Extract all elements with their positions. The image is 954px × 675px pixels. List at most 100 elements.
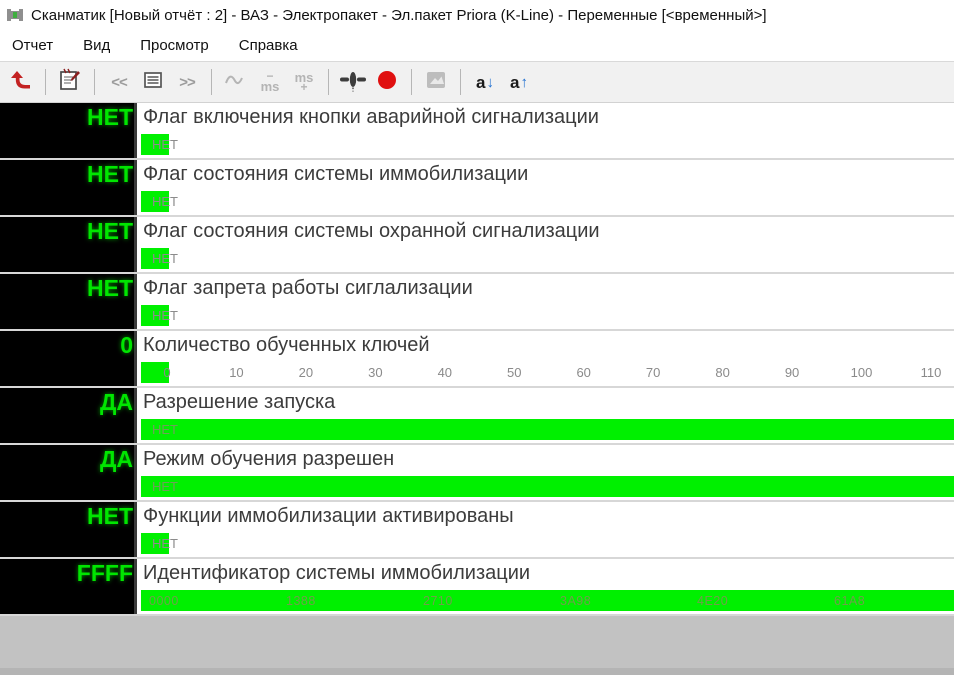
variable-value: ДА: [100, 446, 133, 472]
scale-tick: 0: [163, 365, 171, 380]
variable-value: НЕТ: [87, 503, 133, 529]
value-bar: 0000 1388 2710 3A98 4E20 61A8: [141, 590, 954, 611]
variable-value: FFFF: [76, 560, 133, 586]
scale-tick: 70: [645, 365, 661, 380]
variable-row[interactable]: НЕТ Флаг включения кнопки аварийной сигна…: [0, 103, 954, 160]
variable-label: Флаг запрета работы сиглализации: [143, 277, 473, 299]
scale-tick: 100: [850, 365, 873, 380]
menu-bar: Отчет Вид Просмотр Справка: [0, 30, 954, 61]
record-button[interactable]: [370, 66, 404, 98]
toolbar-separator: [411, 69, 412, 95]
variable-label: Идентификатор системы иммобилизации: [143, 562, 531, 584]
app-connector-icon: [6, 7, 24, 23]
scale-tick: 60: [576, 365, 591, 380]
empty-area: [0, 616, 954, 675]
record-icon: [376, 69, 398, 96]
menu-report[interactable]: Отчет: [12, 37, 53, 54]
value-bar: НЕТ: [141, 419, 954, 440]
value-panel: 0: [0, 331, 137, 386]
graph-view-button: [219, 66, 253, 98]
variable-row[interactable]: ДА Разрешение запуска НЕТ: [0, 388, 954, 445]
timescale-decrease-button: − ms: [253, 66, 287, 98]
menu-help[interactable]: Справка: [239, 37, 298, 54]
bar-state-label: НЕТ: [152, 137, 178, 152]
blue-up-arrow-icon: ↑: [520, 73, 528, 91]
toolbar: << >> − ms ms + a ↓ a ↑: [0, 61, 954, 103]
row-content: Режим обучения разрешен НЕТ: [140, 445, 954, 500]
sort-descending-button[interactable]: a ↓: [468, 66, 502, 98]
back-button[interactable]: [4, 66, 38, 98]
ms-minus-icon: − ms: [260, 69, 280, 94]
menu-view[interactable]: Вид: [83, 37, 110, 54]
variable-row[interactable]: НЕТ Функции иммобилизации активированы НЕТ: [0, 502, 954, 559]
next-page-button[interactable]: >>: [170, 66, 204, 98]
notepad-edit-icon: [57, 67, 83, 98]
wave-icon: [223, 68, 249, 97]
variable-label: Флаг состояния системы охранной сигнализ…: [143, 220, 600, 242]
menu-browse[interactable]: Просмотр: [140, 37, 209, 54]
variable-row[interactable]: НЕТ Флаг состояния системы охранной сигна…: [0, 217, 954, 274]
scale-tick: 80: [715, 365, 730, 380]
save-image-button: [419, 66, 453, 98]
sort-ascending-button[interactable]: a ↑: [502, 66, 536, 98]
bar-state-label: НЕТ: [152, 422, 178, 437]
value-panel: НЕТ: [0, 502, 137, 557]
bar-state-label: НЕТ: [152, 194, 178, 209]
variable-label: Количество обученных ключей: [143, 334, 430, 356]
value-panel: НЕТ: [0, 103, 137, 158]
report-button[interactable]: [53, 66, 87, 98]
scale-tick: 10: [229, 365, 244, 380]
timescale-increase-button: ms +: [287, 66, 321, 98]
variable-label: Флаг включения кнопки аварийной сигнализ…: [143, 106, 599, 128]
toolbar-separator: [94, 69, 95, 95]
green-bar: [141, 419, 954, 440]
hex-tick: 1388: [286, 594, 316, 608]
variable-value: НЕТ: [87, 218, 133, 244]
value-bar: НЕТ: [141, 248, 954, 269]
variable-value: НЕТ: [87, 275, 133, 301]
variable-label: Флаг состояния системы иммобилизации: [143, 163, 529, 185]
value-bar: НЕТ: [141, 134, 954, 155]
scale-tick: 40: [437, 365, 453, 380]
scale-tick: 20: [298, 365, 314, 380]
variable-value: ДА: [100, 389, 133, 415]
scale-tick: 50: [507, 365, 522, 380]
bottom-strip: [0, 668, 954, 675]
scale-tick: 110: [920, 365, 942, 380]
app-window: Сканматик [Новый отчёт : 2] - ВАЗ - Элек…: [0, 0, 954, 675]
variable-row[interactable]: НЕТ Флаг запрета работы сиглализации НЕТ: [0, 274, 954, 331]
variable-label: Режим обучения разрешен: [143, 448, 395, 470]
image-icon: [424, 68, 448, 97]
variable-label: Разрешение запуска: [143, 391, 336, 413]
row-content: Количество обученных ключей 0 10 20 30 40 50 60…: [140, 331, 954, 386]
value-bar: 0 10 20 30 40 50 60 70 80 90 100 110: [141, 362, 954, 383]
row-content: Флаг состояния системы охранной сигнализ…: [140, 217, 954, 272]
variable-row[interactable]: ДА Режим обучения разрешен НЕТ: [0, 445, 954, 502]
select-list-button[interactable]: [136, 66, 170, 98]
green-bar: [141, 476, 954, 497]
variable-row[interactable]: 0 Количество обученных ключей 0 10 20 30 40 50 6…: [0, 331, 954, 388]
variables-list: НЕТ Флаг включения кнопки аварийной сигна…: [0, 103, 954, 616]
row-content: Флаг состояния системы иммобилизации НЕТ: [140, 160, 954, 215]
title-bar: Сканматик [Новый отчёт : 2] - ВАЗ - Элек…: [0, 0, 954, 30]
value-bar: НЕТ: [141, 476, 954, 497]
variable-row[interactable]: НЕТ Флаг состояния системы иммобилизации Н…: [0, 160, 954, 217]
bar-state-label: НЕТ: [152, 479, 178, 494]
hex-tick: 3A98: [560, 594, 592, 608]
toolbar-separator: [45, 69, 46, 95]
row-content: Разрешение запуска НЕТ: [140, 388, 954, 443]
ms-plus-icon: ms +: [294, 70, 314, 94]
hex-tick: 0000: [149, 594, 179, 608]
bar-state-label: НЕТ: [152, 251, 178, 266]
hex-tick: 61A8: [834, 594, 866, 608]
row-content: Флаг запрета работы сиглализации НЕТ: [140, 274, 954, 329]
toolbar-separator: [211, 69, 212, 95]
chevrons-right-icon: >>: [179, 73, 196, 91]
prev-page-button[interactable]: <<: [102, 66, 136, 98]
value-panel: ДА: [0, 445, 137, 500]
bar-state-label: НЕТ: [152, 308, 178, 323]
connect-probe-button[interactable]: [336, 66, 370, 98]
variable-row[interactable]: FFFF Идентификатор системы иммобилизации 0…: [0, 559, 954, 616]
value-panel: НЕТ: [0, 217, 137, 272]
red-return-arrow-icon: [9, 68, 33, 97]
